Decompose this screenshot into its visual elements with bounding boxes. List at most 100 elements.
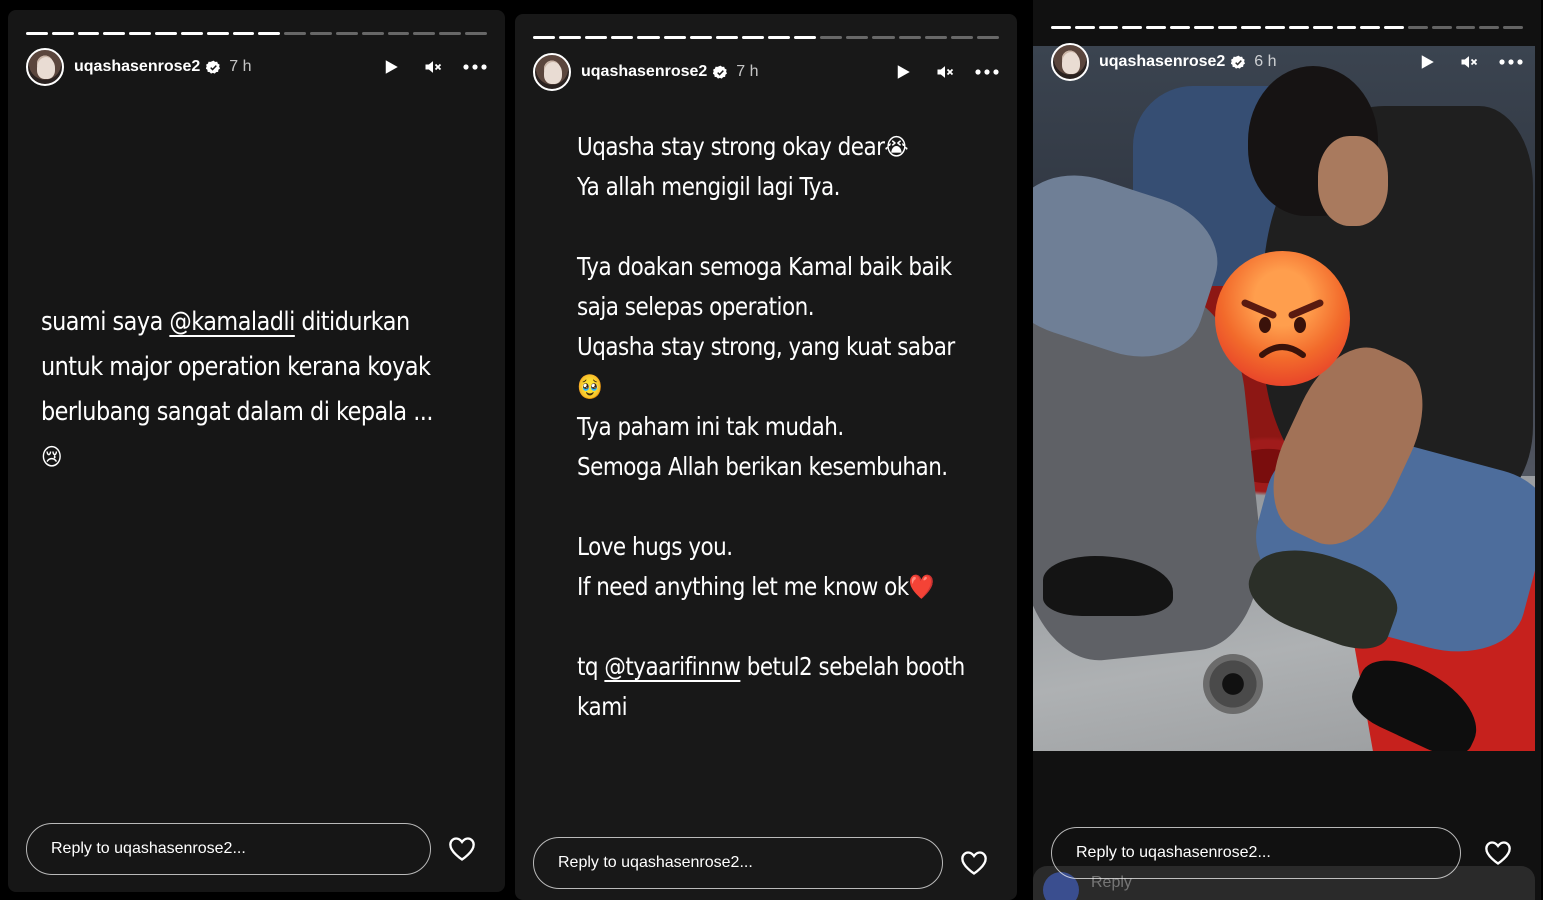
progress-segment — [1265, 26, 1285, 29]
emoji: 😢 — [41, 443, 63, 471]
progress-segment — [715, 36, 738, 39]
reply-input[interactable]: Reply to uqashasenrose2... — [1051, 827, 1461, 879]
mention-link[interactable]: @tyaarifinnw — [604, 652, 741, 681]
progress-segment — [611, 36, 634, 39]
progress-segment — [77, 32, 100, 35]
caption-text: Semoga Allah berikan kesembuhan. — [577, 452, 948, 481]
play-icon[interactable] — [379, 55, 403, 79]
progress-segment — [741, 36, 764, 39]
progress-segment — [1360, 26, 1381, 29]
progress-segment — [232, 32, 255, 35]
heart-icon[interactable] — [1483, 838, 1513, 868]
progress-segment — [206, 32, 229, 35]
verified-badge-icon — [206, 60, 221, 75]
heart-icon[interactable] — [447, 834, 477, 864]
caption-text: Ya allah mengigil lagi Tya. — [577, 172, 841, 201]
progress-segment — [284, 32, 307, 35]
floor-drain — [1203, 654, 1263, 714]
story-photo — [1033, 46, 1535, 751]
progress-segment — [1193, 26, 1214, 29]
story-time: 7 h — [229, 58, 252, 75]
play-icon[interactable] — [891, 60, 915, 84]
story-progress-bar — [1051, 26, 1523, 29]
progress-segment — [1336, 26, 1357, 29]
progress-segment — [1051, 26, 1071, 29]
progress-segment — [1312, 26, 1333, 29]
more-options-icon[interactable] — [975, 60, 999, 84]
caption-text: suami saya — [41, 307, 170, 337]
progress-segment — [1074, 26, 1095, 29]
caption-text: kami — [577, 692, 628, 721]
caption-line: Uqasha stay strong okay dear😭 — [577, 127, 973, 167]
profile-avatar[interactable] — [533, 53, 571, 91]
more-options-icon[interactable] — [463, 55, 487, 79]
progress-segment — [258, 32, 281, 35]
progress-segment — [1455, 26, 1476, 29]
progress-segment — [310, 32, 332, 35]
caption-line: Tya doakan semoga Kamal baik baik — [577, 247, 973, 287]
story-panel-1[interactable]: uqashasenrose2 7 h suami saya @kamaladli… — [8, 10, 505, 892]
reply-bar: Reply to uqashasenrose2... — [1051, 827, 1523, 879]
progress-segment — [335, 32, 358, 35]
caption-text: betul2 sebelah booth — [740, 652, 966, 681]
caption-line: kami — [577, 687, 973, 727]
emoji: 😭 — [884, 133, 909, 161]
story-progress-bar — [26, 32, 487, 35]
progress-segment — [1431, 26, 1452, 29]
progress-segment — [533, 36, 556, 39]
progress-segment — [950, 36, 973, 39]
emoji: ❤️ — [908, 573, 935, 601]
progress-segment — [820, 36, 843, 39]
muted-speaker-icon[interactable] — [933, 60, 957, 84]
muted-speaker-icon[interactable] — [1457, 50, 1481, 74]
story-panel-2[interactable]: uqashasenrose2 7 h Uqasha stay strong ok… — [515, 14, 1017, 900]
story-caption: Uqasha stay strong okay dear😭 Ya allah me… — [577, 127, 973, 727]
verified-badge-icon — [713, 65, 728, 80]
username[interactable]: uqashasenrose2 — [1099, 53, 1225, 71]
progress-segment — [465, 32, 487, 35]
heart-icon[interactable] — [959, 848, 989, 878]
progress-segment — [976, 36, 999, 39]
emoji: 🥹 — [577, 373, 603, 401]
progress-segment — [1169, 26, 1190, 29]
caption-text: Tya paham ini tak mudah. — [577, 412, 844, 441]
story-time: 6 h — [1254, 53, 1277, 70]
caption-text: saja selepas operation. — [577, 292, 815, 321]
angry-face-emoji-sticker — [1215, 251, 1350, 386]
profile-avatar[interactable] — [26, 48, 64, 86]
progress-segment — [846, 36, 869, 39]
progress-segment — [180, 32, 203, 35]
mention-link[interactable]: @kamaladli — [169, 307, 295, 337]
story-progress-bar — [533, 36, 999, 39]
person-face — [1318, 136, 1388, 226]
caption-text: tq — [577, 652, 605, 681]
profile-avatar[interactable] — [1051, 43, 1089, 81]
progress-segment — [103, 32, 126, 35]
username[interactable]: uqashasenrose2 — [581, 63, 707, 81]
story-caption: suami saya @kamaladli ditidurkan untuk ma… — [41, 300, 488, 480]
story-panel-3[interactable]: uqashasenrose2 6 h Reply Reply to uqasha… — [1033, 0, 1541, 900]
caption-line: untuk major operation kerana koyak — [41, 345, 488, 390]
story-time: 7 h — [736, 63, 759, 80]
progress-segment — [1479, 26, 1500, 29]
progress-segment — [26, 32, 48, 35]
progress-segment — [1217, 26, 1238, 29]
story-header: uqashasenrose2 6 h — [1051, 42, 1523, 82]
caption-line: 🥹 — [577, 367, 973, 407]
progress-segment — [1288, 26, 1309, 29]
play-icon[interactable] — [1415, 50, 1439, 74]
reply-input[interactable]: Reply to uqashasenrose2... — [26, 823, 431, 875]
caption-text: If need anything let me know ok — [577, 572, 909, 601]
reply-input[interactable]: Reply to uqashasenrose2... — [533, 837, 943, 889]
caption-line: 😢 — [41, 435, 488, 480]
caption-text: ditidurkan — [294, 307, 410, 337]
caption-line: Tya paham ini tak mudah. — [577, 407, 973, 447]
muted-speaker-icon[interactable] — [421, 55, 445, 79]
caption-text: Love hugs you. — [577, 532, 733, 561]
more-options-icon[interactable] — [1499, 50, 1523, 74]
username[interactable]: uqashasenrose2 — [74, 58, 200, 76]
progress-segment — [585, 36, 608, 39]
caption-line: Love hugs you. — [577, 527, 973, 567]
